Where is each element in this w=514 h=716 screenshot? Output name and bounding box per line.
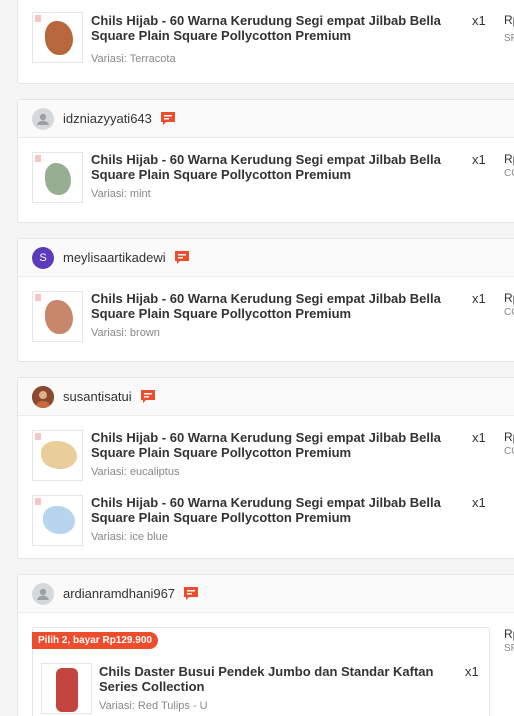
- product-title[interactable]: Chils Hijab - 60 Warna Kerudung Segi emp…: [91, 152, 467, 182]
- item-price: Rp: [504, 291, 514, 305]
- order-item[interactable]: Chils Hijab - 60 Warna Kerudung Segi emp…: [18, 148, 514, 213]
- product-title[interactable]: Chils Hijab - 60 Warna Kerudung Segi emp…: [91, 495, 467, 525]
- buyer-header: ardianramdhani967: [18, 575, 514, 613]
- user-avatar-icon[interactable]: [32, 107, 54, 130]
- item-sku: SF: [504, 643, 514, 654]
- product-thumbnail[interactable]: [41, 663, 92, 714]
- item-quantity: x1: [472, 152, 486, 167]
- item-variant: Variasi: brown: [91, 327, 160, 339]
- buyer-header: idzniazyyati643: [18, 100, 514, 138]
- item-variant: Variasi: ice blue: [91, 531, 168, 543]
- order-item[interactable]: Chils Hijab - 60 Warna Kerudung Segi emp…: [18, 3, 514, 68]
- order-card: idzniazyyati643 Chils Hijab - 60 Warna K…: [17, 99, 514, 223]
- product-image: [45, 163, 71, 195]
- product-image: [41, 441, 77, 469]
- order-card: Chils Hijab - 60 Warna Kerudung Segi emp…: [17, 0, 514, 84]
- order-item[interactable]: Chils Hijab - 60 Warna Kerudung Segi emp…: [18, 426, 514, 491]
- order-card: ardianramdhani967 Pilih 2, bayar Rp129.9…: [17, 574, 514, 716]
- item-quantity: x1: [465, 664, 479, 679]
- item-quantity: x1: [472, 495, 486, 510]
- bundle-deal-badge: Pilih 2, bayar Rp129.900: [32, 632, 158, 649]
- product-title[interactable]: Chils Hijab - 60 Warna Kerudung Segi emp…: [91, 13, 467, 43]
- user-avatar-icon[interactable]: [32, 582, 54, 605]
- item-quantity: x1: [472, 291, 486, 306]
- item-price: Rp: [504, 430, 514, 444]
- product-title[interactable]: Chils Hijab - 60 Warna Kerudung Segi emp…: [91, 430, 467, 460]
- thumbnail-tag: [35, 433, 41, 440]
- product-title[interactable]: Chils Hijab - 60 Warna Kerudung Segi emp…: [91, 291, 467, 321]
- product-thumbnail[interactable]: [32, 495, 83, 546]
- product-image: [56, 668, 78, 712]
- buyer-username[interactable]: ardianramdhani967: [63, 586, 175, 601]
- item-sku: CC: [504, 168, 514, 179]
- order-item[interactable]: Chils Hijab - 60 Warna Kerudung Segi emp…: [18, 287, 514, 352]
- thumbnail-tag: [35, 498, 41, 505]
- item-price: Rp: [504, 152, 514, 166]
- item-price: Rp: [504, 13, 514, 27]
- buyer-header: susantisatui: [18, 378, 514, 416]
- product-image: [45, 21, 73, 55]
- chat-icon[interactable]: [140, 389, 156, 404]
- chat-icon[interactable]: [160, 111, 176, 126]
- item-sku: CC: [504, 307, 514, 318]
- product-image: [45, 300, 73, 334]
- item-quantity: x1: [472, 13, 486, 28]
- item-price: Rp: [504, 627, 514, 641]
- buyer-header: S meylisaartikadewi: [18, 239, 514, 277]
- item-sku: SF: [504, 33, 514, 44]
- item-variant: Variasi: mint: [91, 188, 151, 200]
- buyer-username[interactable]: susantisatui: [63, 389, 132, 404]
- item-quantity: x1: [472, 430, 486, 445]
- item-variant: Variasi: Red Tulips - U: [99, 700, 208, 712]
- buyer-username[interactable]: meylisaartikadewi: [63, 250, 166, 265]
- chat-icon[interactable]: [183, 586, 199, 601]
- buyer-username[interactable]: idzniazyyati643: [63, 111, 152, 126]
- user-avatar-icon[interactable]: [32, 385, 54, 408]
- order-card: susantisatui Chils Hijab - 60 Warna Keru…: [17, 377, 514, 559]
- thumbnail-tag: [35, 15, 41, 22]
- product-title[interactable]: Chils Daster Busui Pendek Jumbo dan Stan…: [99, 664, 459, 694]
- order-card: S meylisaartikadewi Chils Hijab - 60 War…: [17, 238, 514, 362]
- thumbnail-tag: [35, 294, 41, 301]
- product-thumbnail[interactable]: [32, 12, 83, 63]
- order-item[interactable]: Chils Hijab - 60 Warna Kerudung Segi emp…: [18, 491, 514, 556]
- thumbnail-tag: [35, 155, 41, 162]
- chat-icon[interactable]: [174, 250, 190, 265]
- item-variant: Variasi: Terracota: [91, 53, 176, 65]
- product-thumbnail[interactable]: [32, 152, 83, 203]
- item-variant: Variasi: eucaliptus: [91, 466, 180, 478]
- product-thumbnail[interactable]: [32, 430, 83, 481]
- bundle-deal-box: Pilih 2, bayar Rp129.900 Chils Daster Bu…: [32, 627, 490, 716]
- user-avatar-icon[interactable]: S: [32, 246, 54, 269]
- item-sku: CC: [504, 446, 514, 457]
- product-image: [43, 506, 75, 534]
- product-thumbnail[interactable]: [32, 291, 83, 342]
